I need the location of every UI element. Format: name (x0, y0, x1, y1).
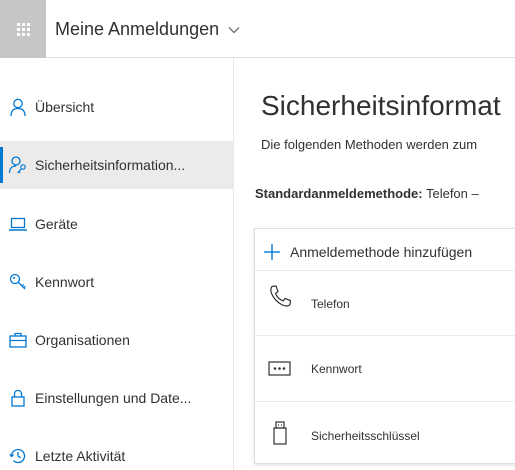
sidebar-item-label: Letzte Aktivität (35, 448, 126, 464)
method-label-security-key: Sicherheitsschlüssel (311, 429, 420, 443)
person-key-icon (8, 156, 26, 174)
add-method-button[interactable]: Anmeldemethode hinzufügen (263, 237, 472, 267)
sidebar-item-settings-privacy[interactable]: Einstellungen und Date... (0, 374, 234, 422)
usb-key-icon (273, 421, 287, 445)
laptop-icon (9, 217, 27, 231)
page-description: Die folgenden Methoden werden zum (261, 137, 478, 152)
sidebar-item-label: Organisationen (35, 332, 130, 348)
method-row-phone: Telefon (255, 270, 515, 336)
key-icon (9, 273, 26, 290)
app-launcher-button[interactable] (0, 0, 46, 58)
sidebar-item-devices[interactable]: Geräte (0, 200, 234, 248)
method-label-password: Kennwort (311, 362, 362, 376)
method-label-phone: Telefon (311, 297, 350, 311)
sidebar-item-label: Geräte (35, 216, 78, 232)
sidebar-item-label: Übersicht (35, 99, 95, 115)
sidebar-item-label: Einstellungen und Date... (35, 390, 192, 406)
sidebar-item-overview[interactable]: Übersicht (0, 83, 234, 131)
app-launcher-icon (16, 22, 30, 36)
plus-icon (264, 244, 280, 260)
default-method-value: Telefon – (422, 186, 479, 201)
sidebar-item-password[interactable]: Kennwort (0, 258, 234, 306)
sidebar-nav: Übersicht Sicherheitsinformation... Gerä… (0, 58, 234, 470)
default-method-line: Standardanmeldemethode: Telefon – (255, 186, 479, 201)
app-title[interactable]: Meine Anmeldungen (55, 19, 219, 40)
sidebar-item-security-info[interactable]: Sicherheitsinformation... (0, 141, 234, 189)
add-method-label: Anmeldemethode hinzufügen (290, 244, 473, 260)
sidebar-item-label: Kennwort (35, 274, 95, 290)
sidebar-item-organizations[interactable]: Organisationen (0, 316, 234, 364)
method-row-security-key: Sicherheitsschlüssel (255, 401, 515, 467)
default-method-label: Standardanmeldemethode: (255, 186, 423, 201)
person-icon (10, 98, 26, 117)
briefcase-icon (9, 332, 27, 348)
chevron-down-icon[interactable] (228, 26, 240, 34)
lock-icon (11, 389, 25, 407)
sidebar-item-recent-activity[interactable]: Letzte Aktivität (0, 432, 234, 470)
main-content: Sicherheitsinformat Die folgenden Method… (235, 58, 515, 470)
methods-card: Anmeldemethode hinzufügen Telefon Kennwo… (254, 228, 515, 464)
method-row-password: Kennwort (255, 335, 515, 401)
top-bar: Meine Anmeldungen (0, 0, 515, 58)
page-title: Sicherheitsinformat (261, 90, 501, 121)
password-dots-icon (268, 361, 291, 376)
phone-icon (270, 285, 292, 307)
sidebar-item-label: Sicherheitsinformation... (35, 157, 186, 173)
history-icon (9, 448, 26, 464)
